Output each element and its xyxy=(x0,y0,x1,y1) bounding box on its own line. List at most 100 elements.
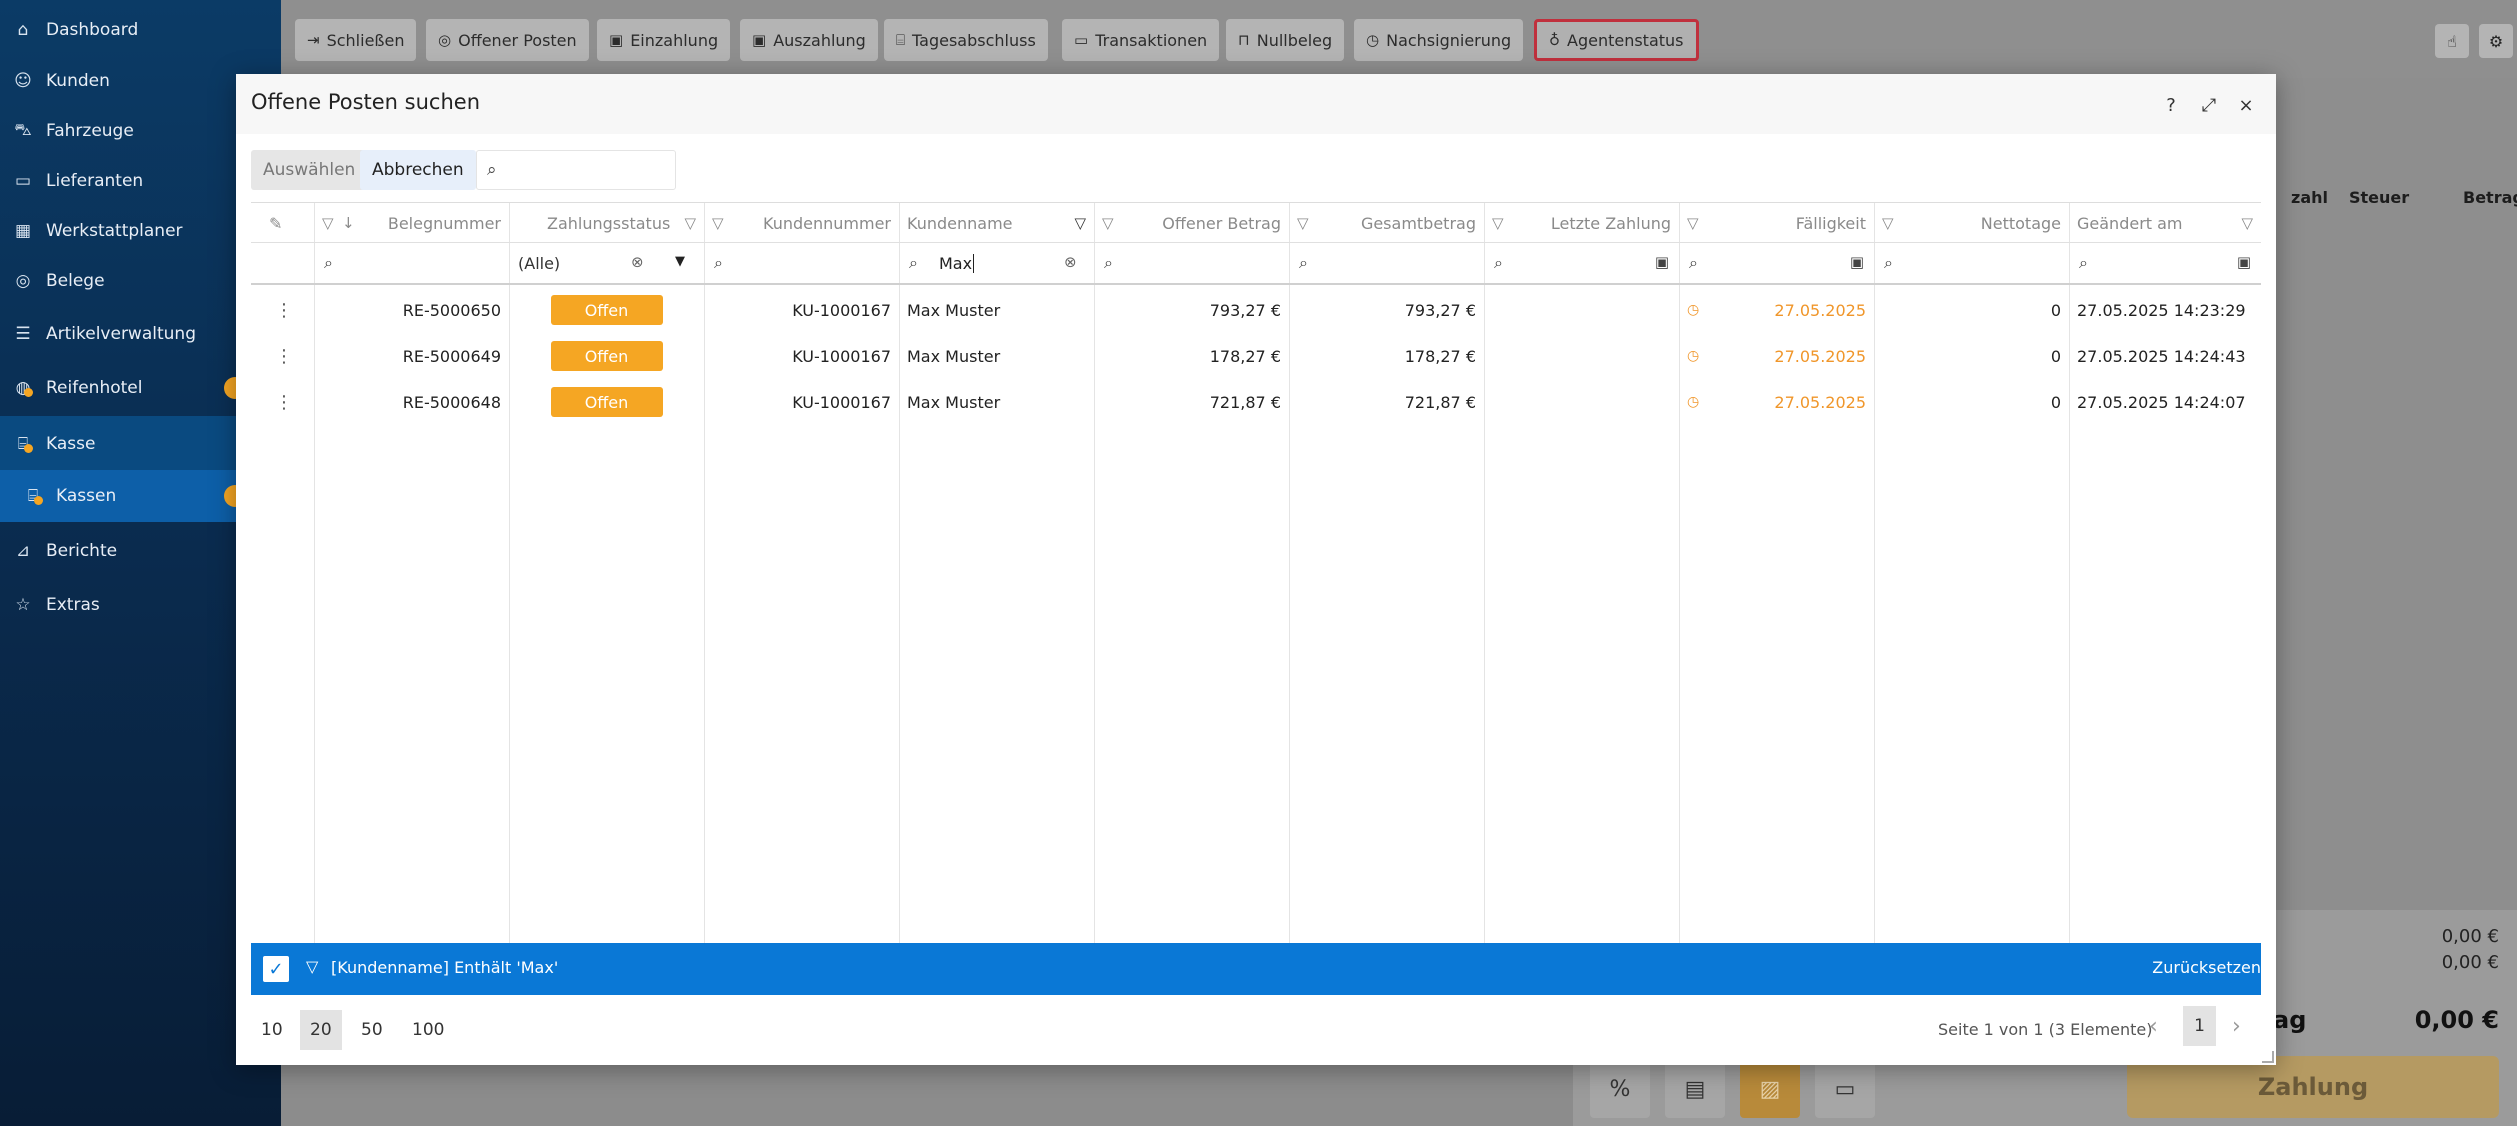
card-icon: ▭ xyxy=(1074,31,1089,49)
search-icon: ⌕ xyxy=(1689,253,1698,272)
filter-icon[interactable]: ▽ xyxy=(1492,214,1504,232)
column-header-zahlungsstatus[interactable]: Zahlungsstatus ▽ xyxy=(509,203,704,243)
filter-icon[interactable]: ▽ xyxy=(1297,214,1309,232)
select-button[interactable]: Auswählen xyxy=(251,150,368,190)
lock-icon: ⊓ xyxy=(1238,31,1250,49)
page-size-100[interactable]: 100 xyxy=(402,1010,454,1050)
filter-letzte-zahlung[interactable]: ⌕ ▣ xyxy=(1484,243,1679,285)
table-row[interactable]: ⋮ RE-5000650 Offen KU-1000167 Max Muster… xyxy=(251,287,2261,333)
resign-button[interactable]: ◷ Nachsignierung xyxy=(1354,19,1524,61)
filter-kundenname[interactable]: ⌕ Max ⊗ xyxy=(899,243,1094,285)
notification-dot xyxy=(24,443,33,453)
page-size-20[interactable]: 20 xyxy=(300,1010,342,1050)
calendar-icon[interactable]: ▣ xyxy=(1850,253,1864,271)
pay-button[interactable]: Zahlung xyxy=(2127,1056,2499,1118)
column-header-letzte-zahlung[interactable]: ▽ Letzte Zahlung xyxy=(1484,203,1679,243)
clear-icon[interactable]: ⊗ xyxy=(1064,253,1077,271)
exit-icon: ⇥ xyxy=(307,31,320,49)
calendar-icon[interactable]: ▣ xyxy=(1655,253,1669,271)
column-header-offener-betrag[interactable]: ▽ Offener Betrag xyxy=(1094,203,1289,243)
payout-button[interactable]: ▣ Auszahlung xyxy=(740,19,878,61)
sidebar-item-dashboard[interactable]: ⌂ Dashboard xyxy=(0,5,281,55)
open-items-dialog: Offene Posten suchen ? ⤢ × Auswählen Abb… xyxy=(236,74,2276,1065)
close-button[interactable]: ⇥ Schließen xyxy=(295,19,417,61)
column-header-faelligkeit[interactable]: ▽ Fälligkeit xyxy=(1679,203,1874,243)
tire-icon: ◍ xyxy=(12,377,34,399)
star-icon: ☆ xyxy=(15,595,31,615)
column-header-belegnummer[interactable]: ▽ ↓ Belegnummer xyxy=(314,203,509,243)
column-header-nettotage[interactable]: ▽ Nettotage xyxy=(1874,203,2069,243)
search-icon: ⌕ xyxy=(1104,253,1113,272)
filter-expression[interactable]: [Kundenname] Enthält 'Max' xyxy=(331,958,558,977)
filter-active-icon[interactable]: ▽ xyxy=(1074,214,1086,232)
column-header-kundenname[interactable]: Kundenname ▽ xyxy=(899,203,1094,243)
agent-status-button[interactable]: ♁ Agentenstatus xyxy=(1534,19,1699,61)
clear-icon[interactable]: ⊗ xyxy=(631,253,644,271)
cash-icon[interactable]: ▤ xyxy=(1665,1060,1725,1118)
prev-page-icon[interactable]: ‹ xyxy=(2149,1014,2158,1039)
chevron-down-icon[interactable]: ▼ xyxy=(675,254,685,269)
filter-offener-betrag[interactable]: ⌕ xyxy=(1094,243,1289,285)
filter-faelligkeit[interactable]: ⌕ ▣ xyxy=(1679,243,1874,285)
filter-kundennummer[interactable]: ⌕ xyxy=(704,243,899,285)
column-header-gesamtbetrag[interactable]: ▽ Gesamtbetrag xyxy=(1289,203,1484,243)
row-menu-icon[interactable]: ⋮ xyxy=(275,287,293,333)
close-icon[interactable]: × xyxy=(2233,92,2259,118)
next-page-icon[interactable]: › xyxy=(2232,1014,2241,1039)
filter-icon[interactable]: ▽ xyxy=(684,214,696,232)
deposit-button[interactable]: ▣ Einzahlung xyxy=(597,19,731,61)
register-icon: ⌸ xyxy=(22,485,44,507)
page-size-50[interactable]: 50 xyxy=(351,1010,393,1050)
edit-icon[interactable]: ✎ xyxy=(269,203,282,243)
table-row[interactable]: ⋮ RE-5000648 Offen KU-1000167 Max Muster… xyxy=(251,379,2261,425)
clock-icon: ◷ xyxy=(1366,31,1380,49)
list-icon: ☰ xyxy=(15,324,31,344)
null-receipt-button[interactable]: ⊓ Nullbeleg xyxy=(1226,19,1345,61)
cash-out-icon: ▣ xyxy=(752,31,767,49)
row-menu-icon[interactable]: ⋮ xyxy=(275,379,293,425)
filter-icon[interactable]: ▽ xyxy=(322,214,334,232)
column-header-kundennummer[interactable]: ▽ Kundennummer xyxy=(704,203,899,243)
resize-handle[interactable] xyxy=(2262,1051,2274,1063)
split-icon[interactable]: ▨ xyxy=(1740,1060,1800,1118)
column-header-geaendert-am[interactable]: Geändert am ▽ xyxy=(2069,203,2261,243)
filter-icon[interactable]: ▽ xyxy=(1882,214,1894,232)
status-badge: Offen xyxy=(550,387,663,417)
filter-enabled-checkbox[interactable]: ✓ xyxy=(263,956,289,982)
gear-icon[interactable]: ⚙ xyxy=(2479,24,2513,58)
maximize-icon[interactable]: ⤢ xyxy=(2196,92,2222,118)
search-input[interactable] xyxy=(513,157,663,183)
filter-geaendert-am[interactable]: ⌕ ▣ xyxy=(2069,243,2261,285)
cancel-button[interactable]: Abbrechen xyxy=(360,150,476,190)
filter-nettotage[interactable]: ⌕ xyxy=(1874,243,2069,285)
pointer-icon[interactable]: ☝ xyxy=(2435,24,2469,58)
search-icon: ⌕ xyxy=(1299,253,1308,272)
row-menu-icon[interactable]: ⋮ xyxy=(275,333,293,379)
search-icon: ⌕ xyxy=(714,253,723,272)
filter-icon[interactable]: ▽ xyxy=(1687,214,1699,232)
card-icon[interactable]: ▭ xyxy=(1815,1060,1875,1118)
open-items-button[interactable]: ◎ Offener Posten xyxy=(426,19,589,61)
page-number[interactable]: 1 xyxy=(2183,1006,2216,1046)
transactions-button[interactable]: ▭ Transaktionen xyxy=(1062,19,1220,61)
filter-zahlungsstatus-select[interactable]: (Alle) ⊗ ▼ xyxy=(509,243,704,285)
reset-filter-link[interactable]: Zurücksetzen xyxy=(2152,958,2261,977)
search-icon: ⌕ xyxy=(1494,253,1503,272)
table-row[interactable]: ⋮ RE-5000649 Offen KU-1000167 Max Muster… xyxy=(251,333,2261,379)
daily-close-button[interactable]: ⌸ Tagesabschluss xyxy=(884,19,1048,61)
filter-belegnummer[interactable]: ⌕ xyxy=(314,243,509,285)
filter-icon[interactable]: ▽ xyxy=(2241,214,2253,232)
notification-dot xyxy=(34,496,43,505)
dialog-header: Offene Posten suchen ? ⤢ × xyxy=(236,74,2276,134)
chart-icon: ⊿ xyxy=(15,541,31,561)
percent-icon[interactable]: % xyxy=(1590,1060,1650,1118)
page-size-10[interactable]: 10 xyxy=(251,1010,293,1050)
user-icon: ☺ xyxy=(14,71,32,91)
filter-gesamtbetrag[interactable]: ⌕ xyxy=(1289,243,1484,285)
sort-down-icon: ↓ xyxy=(342,214,355,232)
column-steuer: Steuer xyxy=(2349,188,2410,207)
calendar-icon[interactable]: ▣ xyxy=(2237,253,2251,271)
filter-icon[interactable]: ▽ xyxy=(712,214,724,232)
filter-icon[interactable]: ▽ xyxy=(1102,214,1114,232)
help-icon[interactable]: ? xyxy=(2158,92,2184,118)
